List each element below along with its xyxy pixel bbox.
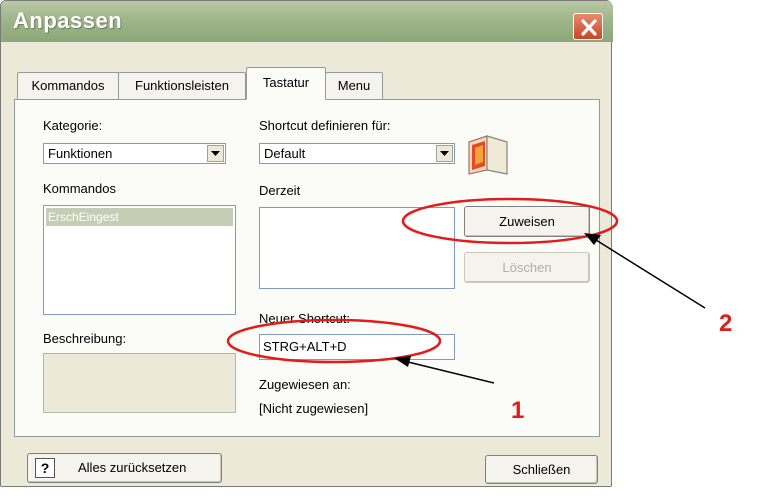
annotation-number-2: 2 <box>719 310 733 337</box>
arrow-2-head <box>584 233 601 245</box>
arrow-2-line <box>595 239 706 309</box>
annotation-number-1: 1 <box>511 397 525 424</box>
highlight-shortcut-ellipse <box>226 318 442 364</box>
tab-tastatur[interactable]: Tastatur <box>246 67 326 100</box>
tab-tastatur-label: Tastatur <box>262 75 310 90</box>
annotation-overlay <box>226 197 706 384</box>
highlight-assign-ellipse <box>401 197 619 245</box>
arrow-1-line <box>407 361 495 384</box>
